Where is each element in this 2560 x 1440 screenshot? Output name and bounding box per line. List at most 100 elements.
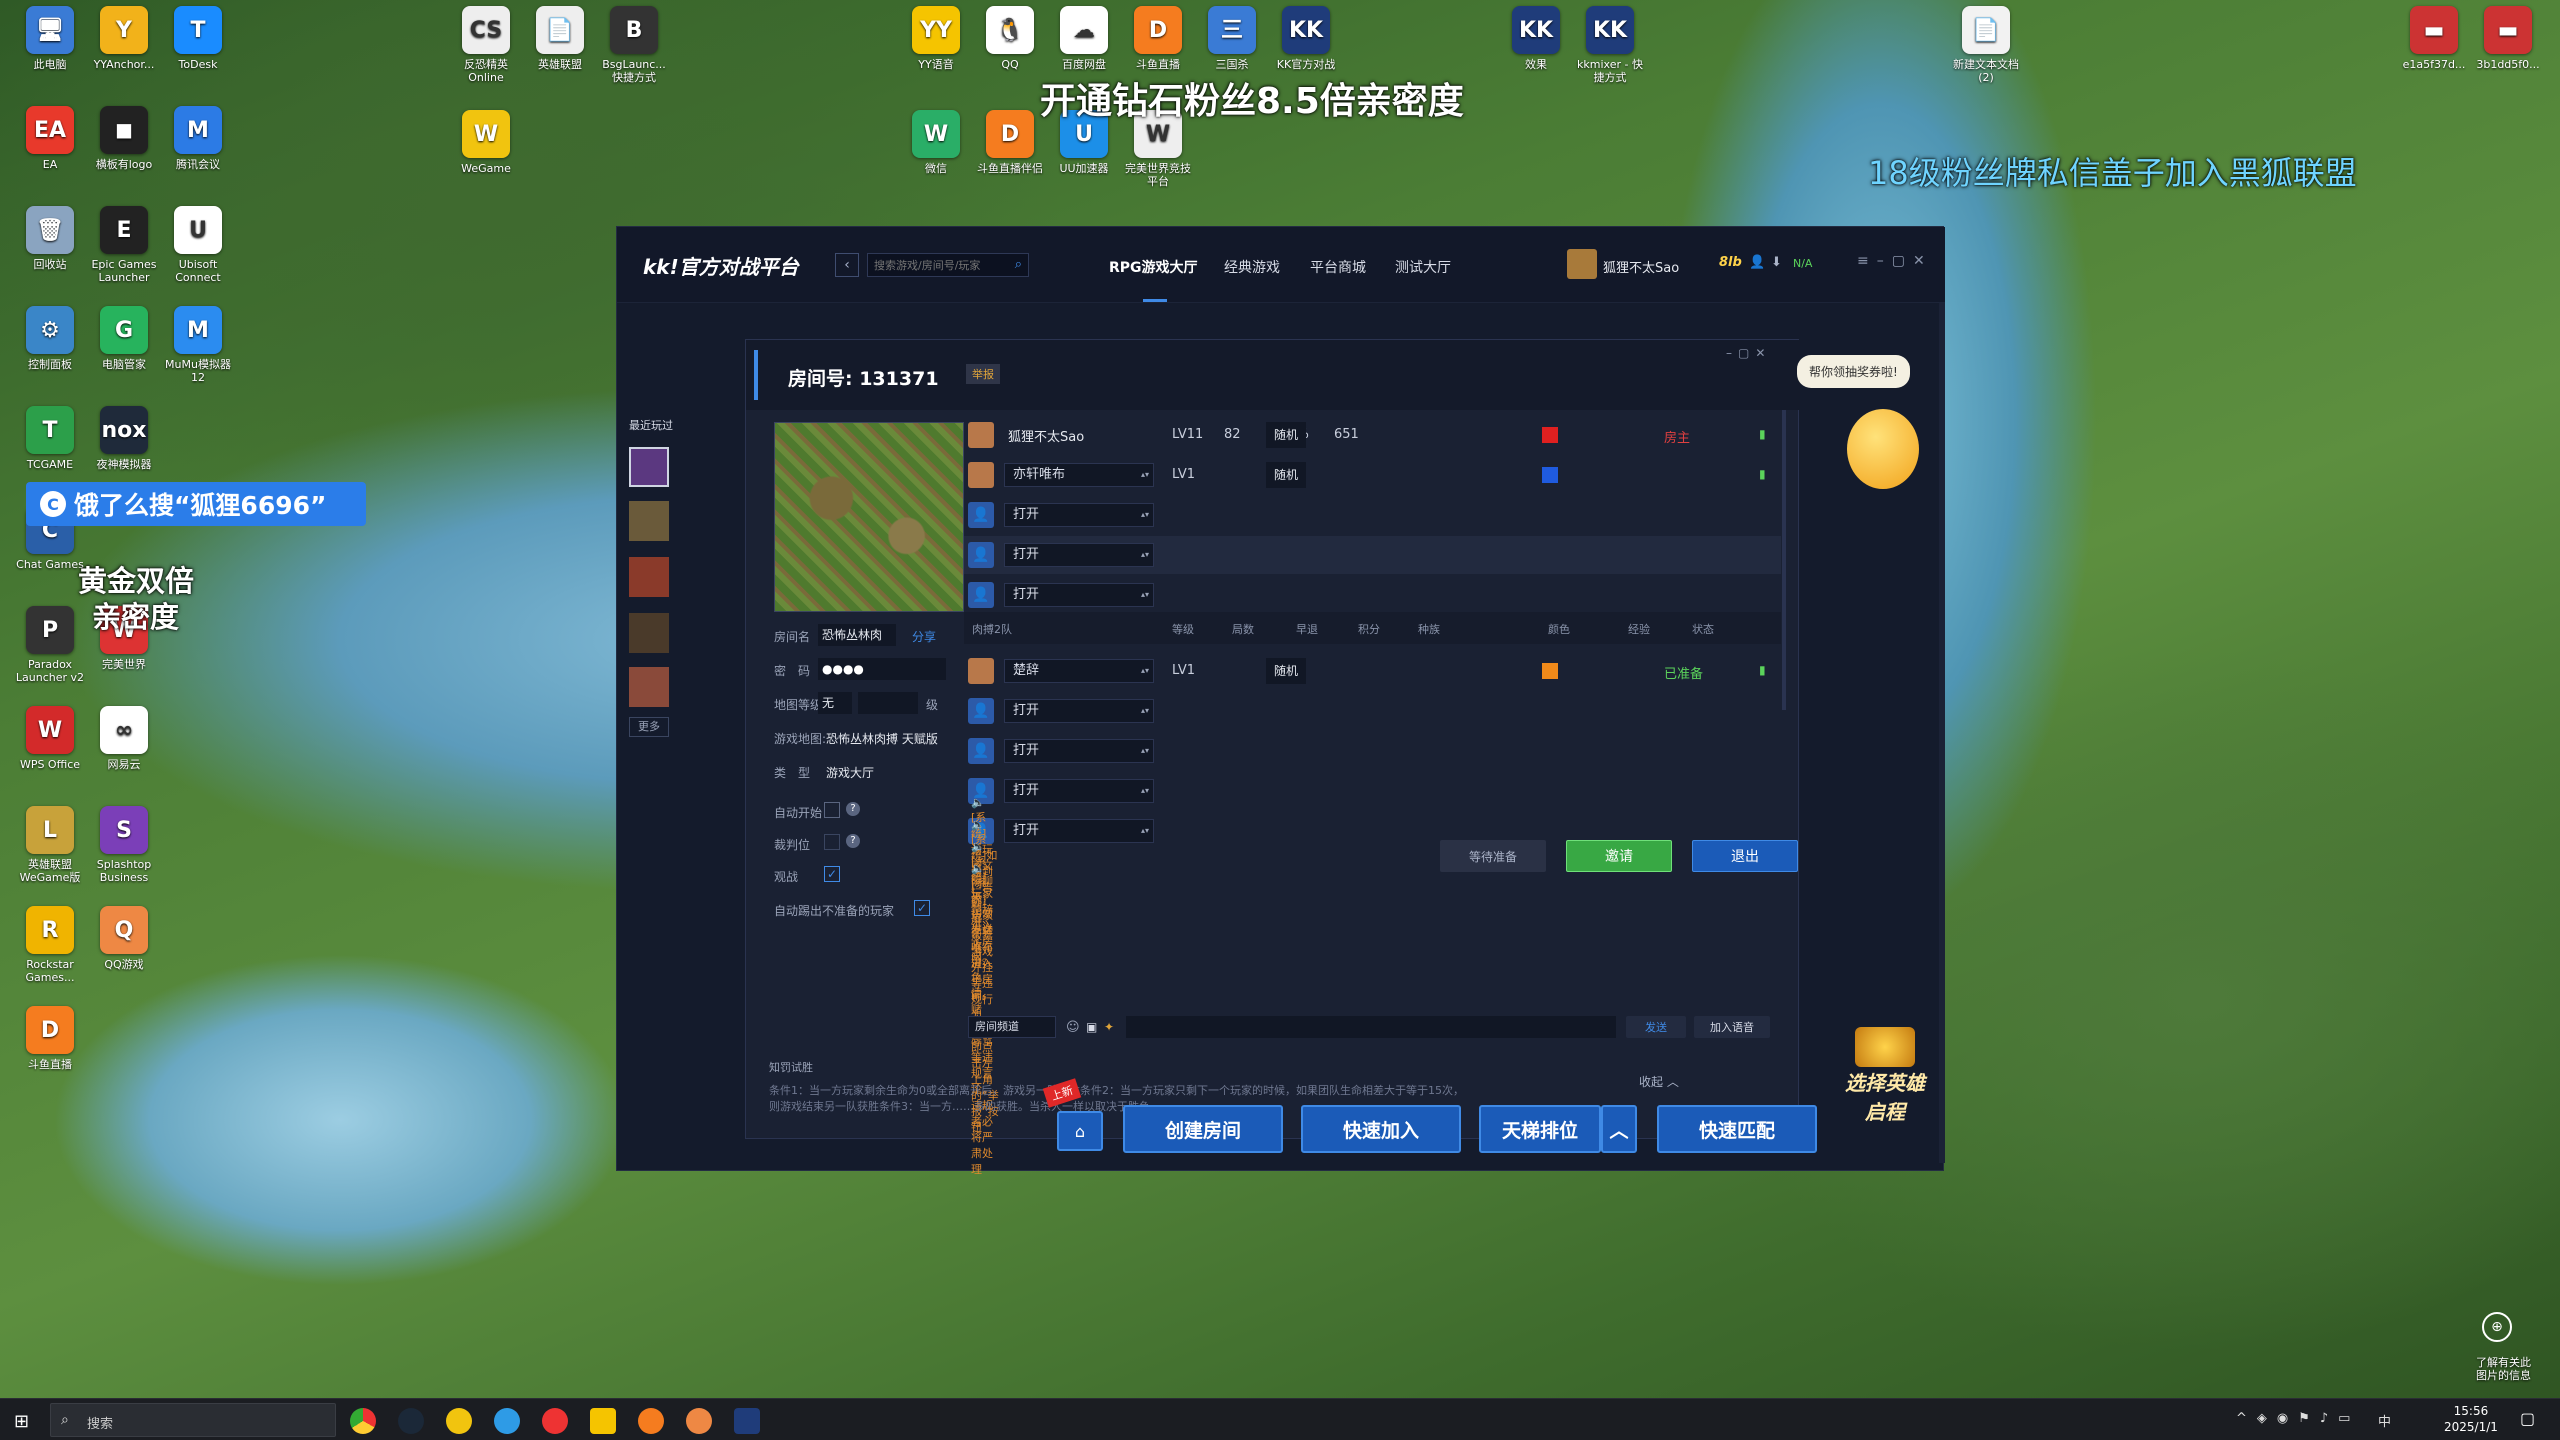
ime-indicator[interactable]: 中 bbox=[2378, 1411, 2391, 1430]
ladder-expand-button[interactable]: ︿ bbox=[1601, 1105, 1637, 1153]
wegame-icon[interactable] bbox=[446, 1408, 472, 1434]
desktop-top-icon-11[interactable]: D 斗鱼直播伴侣 bbox=[974, 110, 1046, 175]
desktop-left-icon-23[interactable]: D 斗鱼直播 bbox=[14, 1006, 86, 1071]
slot-select[interactable]: 打开 bbox=[1004, 583, 1154, 607]
desktop-left-icon-3[interactable]: EA EA bbox=[14, 106, 86, 171]
desktop-top-icon-14[interactable]: KK 效果 bbox=[1500, 6, 1572, 71]
gift-icon[interactable]: ✦ bbox=[1104, 1020, 1114, 1034]
desktop-left-icon-15[interactable]: P Paradox Launcher v2 bbox=[14, 606, 86, 684]
desktop-left-icon-4[interactable]: ◼ 横板有logo bbox=[88, 106, 160, 171]
slot-select[interactable]: 打开 bbox=[1004, 819, 1154, 843]
map-level-select[interactable]: 无 bbox=[818, 692, 852, 714]
race-select[interactable]: 随机 bbox=[1266, 462, 1306, 488]
team1-slot-0[interactable]: 狐狸不太SaoLV118224%651随机房主▮ bbox=[964, 416, 1781, 454]
team2-slot-0[interactable]: 楚辞 LV1 随机 已准备 ▮ bbox=[964, 652, 1781, 690]
race-select[interactable]: 随机 bbox=[1266, 422, 1306, 448]
slot-select[interactable]: 楚辞 bbox=[1004, 659, 1154, 683]
desktop-left-icon-5[interactable]: M 腾讯会议 bbox=[162, 106, 234, 171]
team1-slot-1[interactable]: 亦轩唯布 LV1 随机 ▮ bbox=[964, 456, 1781, 494]
slot-select[interactable]: 打开 bbox=[1004, 779, 1154, 803]
slot-select[interactable]: 亦轩唯布 bbox=[1004, 463, 1154, 487]
race-select[interactable]: 随机 bbox=[1266, 658, 1306, 684]
join-voice-button[interactable]: 加入语音 bbox=[1694, 1016, 1770, 1038]
store-icon[interactable]: ⌂ bbox=[1057, 1111, 1103, 1151]
recent-game-3[interactable] bbox=[629, 557, 669, 597]
app-g-icon[interactable] bbox=[686, 1408, 712, 1434]
desktop-left-icon-8[interactable]: U Ubisoft Connect bbox=[162, 206, 234, 284]
desktop-left-icon-22[interactable]: Q QQ游戏 bbox=[88, 906, 160, 971]
help-icon[interactable]: ? bbox=[846, 802, 860, 816]
exit-button[interactable]: 退出 bbox=[1692, 840, 1798, 872]
window-controls[interactable]: ≡–▢✕ bbox=[1857, 253, 1933, 269]
help-icon[interactable]: ? bbox=[846, 834, 860, 848]
recent-game-2[interactable] bbox=[629, 501, 669, 541]
desktop-top-icon-7[interactable]: D 斗鱼直播 bbox=[1122, 6, 1194, 71]
auto-start-checkbox[interactable] bbox=[824, 802, 840, 818]
collapse-button[interactable]: 收起 ︿ bbox=[1639, 1073, 1679, 1090]
desktop-top-icon-17[interactable]: ▬ e1a5f37d... bbox=[2398, 6, 2470, 71]
quick-match-button[interactable]: 快速匹配 bbox=[1657, 1105, 1817, 1153]
map-level-input[interactable] bbox=[858, 692, 918, 714]
desktop-top-icon-0[interactable]: CS 反恐精英Online bbox=[450, 6, 522, 84]
desktop-left-icon-18[interactable]: ∞ 网易云 bbox=[88, 706, 160, 771]
auto-kick-checkbox[interactable]: ✓ bbox=[914, 900, 930, 916]
quick-join-button[interactable]: 快速加入 bbox=[1301, 1105, 1461, 1153]
lottery-bubble[interactable]: 帮你领抽奖券啦! bbox=[1797, 355, 1910, 388]
tab-test-lobby[interactable]: 测试大厅 bbox=[1395, 257, 1451, 277]
channel-select[interactable]: 房间频道 bbox=[968, 1016, 1056, 1038]
referee-checkbox[interactable] bbox=[824, 834, 840, 850]
search-icon[interactable]: ⌕ bbox=[1015, 257, 1022, 272]
window-scrollbar[interactable] bbox=[1939, 303, 1945, 1163]
steam-icon[interactable] bbox=[398, 1408, 424, 1434]
egg-mascot[interactable] bbox=[1847, 409, 1919, 489]
taskbar-search[interactable]: ⌕ 搜索 bbox=[50, 1403, 336, 1437]
windows-start-icon[interactable]: ⊞ bbox=[14, 1411, 29, 1432]
user-avatar[interactable] bbox=[1567, 249, 1597, 279]
desktop-left-icon-19[interactable]: L 英雄联盟WeGame版 bbox=[14, 806, 86, 884]
slot-select[interactable]: 打开 bbox=[1004, 543, 1154, 567]
player-color-swatch[interactable] bbox=[1542, 663, 1558, 679]
recent-game-1[interactable] bbox=[629, 447, 669, 487]
desktop-left-icon-21[interactable]: R Rockstar Games... bbox=[14, 906, 86, 984]
desktop-top-icon-4[interactable]: YY YY语音 bbox=[900, 6, 972, 71]
slot-select[interactable]: 打开 bbox=[1004, 739, 1154, 763]
feedback-icon[interactable]: ⊕ bbox=[2482, 1312, 2512, 1342]
media-icon[interactable] bbox=[542, 1408, 568, 1434]
download-icon[interactable]: ⬇ bbox=[1771, 255, 1782, 270]
desktop-left-icon-13[interactable]: nox 夜神模拟器 bbox=[88, 406, 160, 471]
desktop-left-icon-9[interactable]: ⚙ 控制面板 bbox=[14, 306, 86, 371]
desktop-left-icon-10[interactable]: G 电脑管家 bbox=[88, 306, 160, 371]
team1-slot-4[interactable]: 👤 打开 bbox=[964, 576, 1781, 614]
desktop-top-icon-9[interactable]: KK KK官方对战 bbox=[1270, 6, 1342, 71]
send-button[interactable]: 发送 bbox=[1626, 1016, 1686, 1038]
slots-scrollbar[interactable] bbox=[1782, 410, 1786, 710]
tray-icons[interactable]: ^◈◉⚑♪▭ bbox=[2236, 1411, 2360, 1426]
clock[interactable]: 15:56 2025/1/1 bbox=[2444, 1403, 2498, 1435]
user-name[interactable]: 狐狸不太Sao bbox=[1603, 257, 1679, 276]
slot-select[interactable]: 打开 bbox=[1004, 503, 1154, 527]
recent-game-5[interactable] bbox=[629, 667, 669, 707]
wait-ready-button[interactable]: 等待准备 bbox=[1440, 840, 1546, 872]
emoji-icon[interactable]: ☺ bbox=[1066, 1020, 1080, 1035]
player-color-swatch[interactable] bbox=[1542, 427, 1558, 443]
create-room-button[interactable]: 创建房间 bbox=[1123, 1105, 1283, 1153]
desktop-top-icon-5[interactable]: 🐧 QQ bbox=[974, 6, 1046, 71]
report-button[interactable]: 举报 bbox=[966, 364, 1000, 384]
spectate-checkbox[interactable]: ✓ bbox=[824, 866, 840, 882]
tab-platform-store[interactable]: 平台商城 bbox=[1310, 257, 1366, 277]
invite-button[interactable]: 邀请 bbox=[1566, 840, 1672, 872]
password-field[interactable]: ●●●● bbox=[818, 658, 946, 680]
desktop-left-icon-17[interactable]: W WPS Office bbox=[14, 706, 86, 771]
share-link[interactable]: 分享 bbox=[912, 628, 936, 645]
desktop-top-icon-2[interactable]: B BsgLaunc... 快捷方式 bbox=[598, 6, 670, 84]
slot-select[interactable]: 打开 bbox=[1004, 699, 1154, 723]
chat-input[interactable] bbox=[1126, 1016, 1616, 1038]
tab-rpg-lobby[interactable]: RPG游戏大厅 bbox=[1109, 257, 1198, 277]
room-name-value[interactable]: 恐怖丛林肉 bbox=[818, 624, 896, 646]
player-color-swatch[interactable] bbox=[1542, 467, 1558, 483]
edge-icon[interactable] bbox=[494, 1408, 520, 1434]
chrome-icon[interactable] bbox=[350, 1408, 376, 1434]
kk-icon[interactable] bbox=[734, 1408, 760, 1434]
team2-slot-2[interactable]: 👤 打开 bbox=[964, 732, 1781, 770]
desktop-top-icon-1[interactable]: 📄 英雄联盟 bbox=[524, 6, 596, 71]
